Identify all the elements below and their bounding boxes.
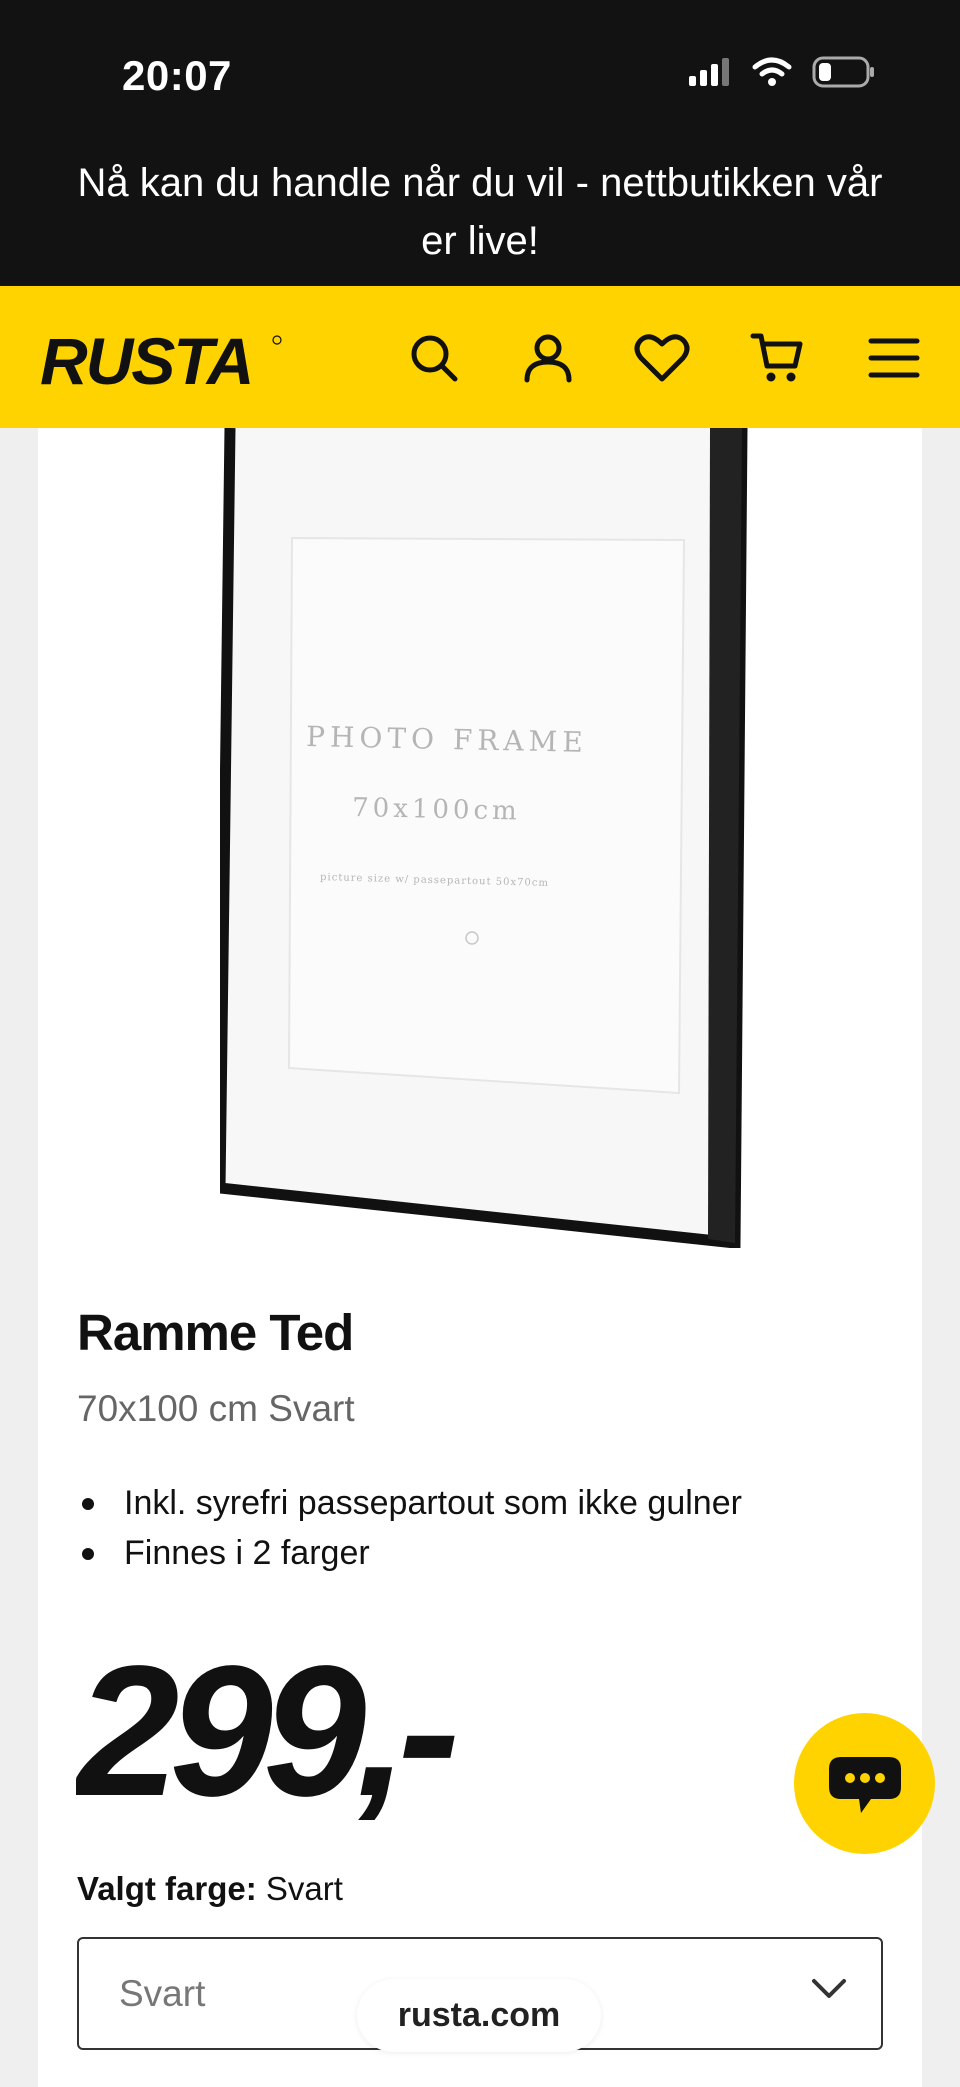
heart-icon	[634, 334, 690, 382]
chat-button[interactable]	[794, 1713, 935, 1854]
status-icons	[688, 56, 876, 88]
frame-text-size: 70x100cm	[352, 793, 521, 827]
feature-item: Inkl. syrefri passepartout som ikke guln…	[77, 1478, 742, 1528]
selected-color-label: Valgt farge: Svart	[77, 1870, 343, 1908]
color-select-value: Svart	[119, 1973, 206, 2014]
product-subtitle: 70x100 cm Svart	[77, 1388, 355, 1429]
svg-text:299,-: 299,-	[76, 1660, 455, 1820]
wishlist-button[interactable]	[630, 326, 694, 390]
rusta-logo[interactable]: RUSTA	[36, 324, 286, 394]
frame-text-title: PHOTO FRAME	[306, 720, 588, 759]
menu-icon	[868, 338, 920, 378]
chat-bubble-icon	[828, 1756, 901, 1813]
battery-icon	[812, 56, 874, 88]
product-image[interactable]: PHOTO FRAME 70x100cm picture size w/ pas…	[220, 428, 790, 1248]
color-label-key: Valgt farge:	[77, 1870, 257, 1907]
cart-button[interactable]	[746, 326, 810, 390]
search-button[interactable]	[402, 326, 466, 390]
site-header: RUSTA	[0, 286, 960, 428]
status-time: 20:07	[122, 52, 232, 99]
account-button[interactable]	[516, 326, 580, 390]
account-icon	[524, 334, 572, 383]
menu-button[interactable]	[862, 326, 926, 390]
signal-icon	[689, 58, 729, 86]
feature-item: Finnes i 2 farger	[77, 1528, 742, 1578]
chevron-down-icon	[812, 1979, 846, 1998]
cart-icon	[750, 333, 803, 382]
color-label-value: Svart	[265, 1870, 343, 1907]
search-icon	[411, 335, 458, 382]
product-card: PHOTO FRAME 70x100cm picture size w/ pas…	[38, 428, 922, 2087]
browser-url-bar[interactable]: rusta.com	[357, 1979, 601, 2052]
wifi-icon	[752, 57, 792, 86]
svg-text:RUSTA: RUSTA	[40, 324, 252, 394]
product-price: 299,-	[76, 1660, 465, 1820]
product-title: Ramme Ted	[77, 1304, 354, 1361]
feature-list: Inkl. syrefri passepartout som ikke guln…	[77, 1478, 742, 1578]
status-bar: 20:07	[0, 0, 960, 140]
promo-banner: Nå kan du handle når du vil - nettbutikk…	[0, 140, 960, 286]
